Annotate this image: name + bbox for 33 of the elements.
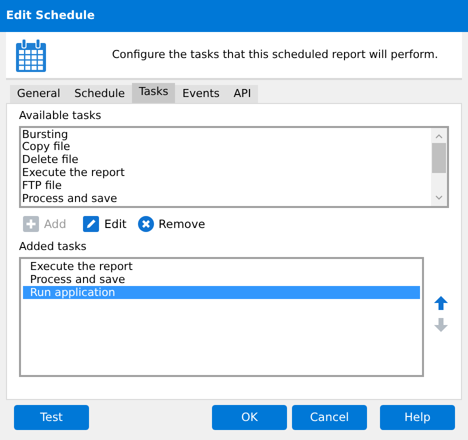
list-item[interactable]: Process and save — [22, 193, 431, 206]
tab[interactable]: Schedule — [67, 85, 132, 103]
x-circle-icon — [138, 216, 154, 232]
window-title: Edit Schedule — [6, 7, 95, 24]
list-box[interactable]: Bursting Copy file Delete file Execute the report FTP file Process and save — [19, 126, 449, 208]
header-text: Configure the tasks that this scheduled report will perform. — [112, 46, 438, 63]
list-label: Available tasks — [19, 108, 102, 124]
tab[interactable]: Events — [175, 85, 227, 103]
list-box[interactable]: Execute the report Process and save Run application — [19, 257, 424, 378]
list-item[interactable]: Bursting — [22, 128, 431, 142]
action-button[interactable]: Remove — [138, 216, 206, 233]
tab[interactable]: General — [10, 85, 68, 103]
list-item[interactable]: Copy file — [22, 141, 431, 154]
tab[interactable]: API — [226, 85, 258, 103]
tab[interactable]: Tasks — [132, 83, 176, 103]
list-item[interactable]: FTP file — [22, 180, 431, 194]
dialog-button[interactable]: Help — [380, 405, 455, 430]
scrollbar-thumb[interactable] — [432, 142, 446, 172]
list-item[interactable]: Execute the report — [22, 167, 431, 180]
dialog-button[interactable]: Cancel — [292, 405, 367, 430]
scroll-down-icon[interactable] — [435, 194, 443, 200]
scroll-up-icon[interactable] — [435, 132, 443, 138]
up-arrow-icon[interactable] — [433, 295, 449, 312]
action-button[interactable]: Edit — [83, 216, 127, 233]
plus-icon — [23, 216, 39, 232]
dialog-button[interactable]: OK — [212, 405, 287, 430]
calendar-icon — [16, 38, 46, 72]
list-item[interactable]: Delete file — [22, 154, 431, 168]
pencil-icon — [83, 216, 100, 232]
list-item[interactable]: Process and save — [23, 273, 420, 286]
dialog-button[interactable]: Test — [14, 405, 89, 430]
list-label: Added tasks — [19, 238, 88, 255]
list-item[interactable]: Execute the report — [23, 260, 420, 274]
